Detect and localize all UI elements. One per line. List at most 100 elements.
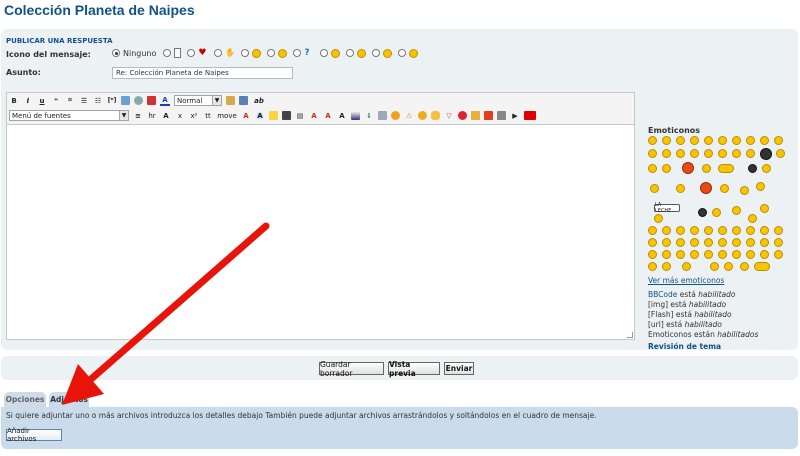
align-icon[interactable]: ≡ [133,111,143,121]
emoticon-r8-2[interactable] [662,250,671,259]
font-color-icon[interactable]: A [160,96,170,106]
emoticon-mrgreen[interactable] [702,164,711,173]
icon-radio-smile-4[interactable] [346,49,355,57]
emoticon-geek[interactable] [762,164,771,173]
emoticon-r9-5[interactable] [724,262,733,271]
emoticon-oops[interactable] [704,149,713,158]
emoticon-r8-10[interactable] [774,250,783,259]
emoticon-r6-9[interactable] [760,226,769,235]
bbcode-link[interactable]: BBCode [648,290,677,299]
table-icon[interactable]: ▤ [295,111,305,121]
topic-review-link[interactable]: Revisión de tema [648,342,721,351]
download-icon[interactable]: ⇓ [364,111,374,121]
paste-word-icon[interactable] [239,96,248,105]
text-shadow-icon[interactable]: A [161,111,171,121]
red-a-icon[interactable]: A [241,111,251,121]
icon-radio-question[interactable] [293,49,302,57]
emoticon-grin[interactable] [662,136,671,145]
emoticon-bounce[interactable] [732,206,741,215]
strike-button[interactable]: ab [252,96,266,106]
filter-icon[interactable]: ▽ [444,111,454,121]
emoticon-r7-7[interactable] [732,238,741,247]
bullet-list-icon[interactable]: ☰ [79,96,89,106]
italic-button[interactable]: i [23,96,33,106]
emoticon-r9-6[interactable] [740,262,749,271]
emoticon-devil[interactable] [682,162,694,174]
emoticon-r6-1[interactable] [648,226,657,235]
underline-button[interactable]: u [37,96,47,106]
list-item-icon[interactable]: [*] [107,96,117,106]
emoticon-r6-7[interactable] [732,226,741,235]
emoticon-flying[interactable] [760,204,769,213]
gradient-icon[interactable] [351,111,360,120]
emoticon-r9-3[interactable] [682,262,691,271]
emoticon-neutral[interactable] [732,136,741,145]
emoticon-mad[interactable] [676,149,685,158]
stop-icon[interactable] [458,111,467,120]
emoticon-shock[interactable] [760,136,769,145]
emoticon-r8-8[interactable] [746,250,755,259]
play-icon[interactable]: ▶ [510,111,520,121]
emoticon-idea[interactable] [776,149,785,158]
emoticon-r6-3[interactable] [676,226,685,235]
emoticon-r8-6[interactable] [718,250,727,259]
emoticon-eek[interactable] [662,149,671,158]
more-emoticons-link[interactable]: Ver más emoticonos [648,276,724,285]
resize-handle[interactable] [627,332,633,338]
emoticon-r9-2[interactable] [662,262,671,271]
emoticon-la-leche[interactable]: LA LECHE [654,202,680,214]
marquee-button[interactable]: move [217,111,237,121]
bold-button[interactable]: B [9,96,19,106]
shadow-a-icon[interactable]: A [323,111,333,121]
youtube-icon[interactable] [524,111,536,120]
submit-button[interactable]: Enviar [444,362,474,375]
emoticon-love[interactable] [718,164,734,173]
emoticon-bow[interactable] [748,214,757,223]
icon-radio-smile-6[interactable] [398,49,407,57]
speech-icon[interactable] [431,111,440,120]
emoticon-r6-2[interactable] [662,226,671,235]
icon-radio-heart[interactable] [187,49,196,57]
emoticon-r8-1[interactable] [648,250,657,259]
flag-icon[interactable] [282,111,291,120]
code-icon[interactable]: ⌗ [65,96,75,106]
emoticon-r8-7[interactable] [732,250,741,259]
highlight-icon[interactable] [269,111,278,120]
emoticon-wink[interactable] [704,136,713,145]
font-menu-select[interactable]: Menú de fuentes ▼ [9,110,129,121]
outline-a-icon[interactable]: A [309,111,319,121]
page-title[interactable]: Colección Planeta de Naipes [4,2,195,18]
emoticon-sad[interactable] [774,136,783,145]
emoticon-happy[interactable] [676,136,685,145]
emoticon-r7-10[interactable] [774,238,783,247]
glow-icon[interactable]: A [255,111,265,121]
emoticon-jump[interactable] [650,184,659,193]
emoticon-r6-8[interactable] [746,226,755,235]
superscript-button[interactable]: x² [189,111,199,121]
emoticon-twisted[interactable] [732,149,741,158]
emoticon-r7-1[interactable] [648,238,657,247]
emoticon-r6-5[interactable] [704,226,713,235]
spoiler-icon[interactable] [391,111,400,120]
add-files-button[interactable]: Añadir archivos [6,427,62,443]
icon-radio-smile-1[interactable] [241,49,250,57]
emoticon-arrow[interactable] [662,164,671,173]
emoticon-r7-3[interactable] [676,238,685,247]
emoticon-r9-7[interactable] [754,262,770,271]
emoticon-fire[interactable] [700,182,712,194]
paste-icon[interactable] [226,96,235,105]
emoticon-r7-2[interactable] [662,238,671,247]
emoticon-r7-8[interactable] [746,238,755,247]
media-icon[interactable] [471,111,480,120]
tab-options[interactable]: Opciones [4,392,46,407]
dark-a-icon[interactable]: A [337,111,347,121]
emoticon-laugh[interactable] [690,136,699,145]
message-textarea[interactable] [6,124,635,340]
emoticon-smile[interactable] [648,136,657,145]
emoticon-r9-1[interactable] [648,262,657,271]
emoticon-chat[interactable] [720,184,729,193]
icon-radio-smile-5[interactable] [372,49,381,57]
icon-radio-smile-3[interactable] [320,49,329,57]
emoticon-r8-9[interactable] [760,250,769,259]
emoticon-roll[interactable] [746,149,755,158]
